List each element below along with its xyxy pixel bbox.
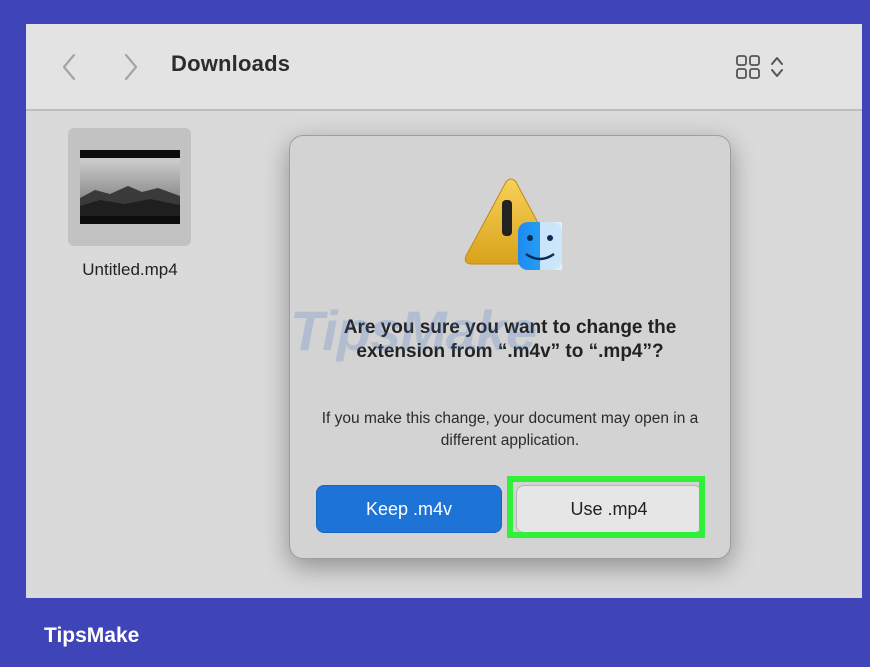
dialog-message: If you make this change, your document m…: [321, 410, 699, 449]
up-down-chevron-icon: [771, 57, 783, 77]
keep-m4v-button[interactable]: Keep .m4v: [316, 485, 502, 533]
brand-label: TipsMake: [44, 624, 140, 647]
dialog-title: Are you sure you want to change the exte…: [343, 317, 677, 362]
chevron-right-icon: [124, 53, 138, 81]
finder-toolbar: Downloads: [26, 24, 862, 111]
finder-window: Downloads Untitled.mp4 Are you sure you …: [26, 24, 862, 598]
folder-title: Downloads: [171, 51, 291, 76]
video-thumbnail: [79, 150, 180, 224]
back-button[interactable]: [54, 50, 84, 84]
rename-extension-dialog: Are you sure you want to change the exte…: [289, 135, 731, 559]
file-thumbnail-frame: [68, 128, 191, 246]
grid-view-icon: [736, 55, 760, 79]
file-item-untitled-mp4[interactable]: Untitled.mp4: [68, 128, 193, 280]
use-mp4-button[interactable]: Use .mp4: [516, 485, 702, 533]
forward-button[interactable]: [116, 50, 146, 84]
warning-finder-icon: [464, 178, 562, 270]
view-options-button[interactable]: [736, 52, 798, 82]
chevron-left-icon: [62, 53, 76, 81]
file-name-label: Untitled.mp4: [82, 260, 178, 279]
